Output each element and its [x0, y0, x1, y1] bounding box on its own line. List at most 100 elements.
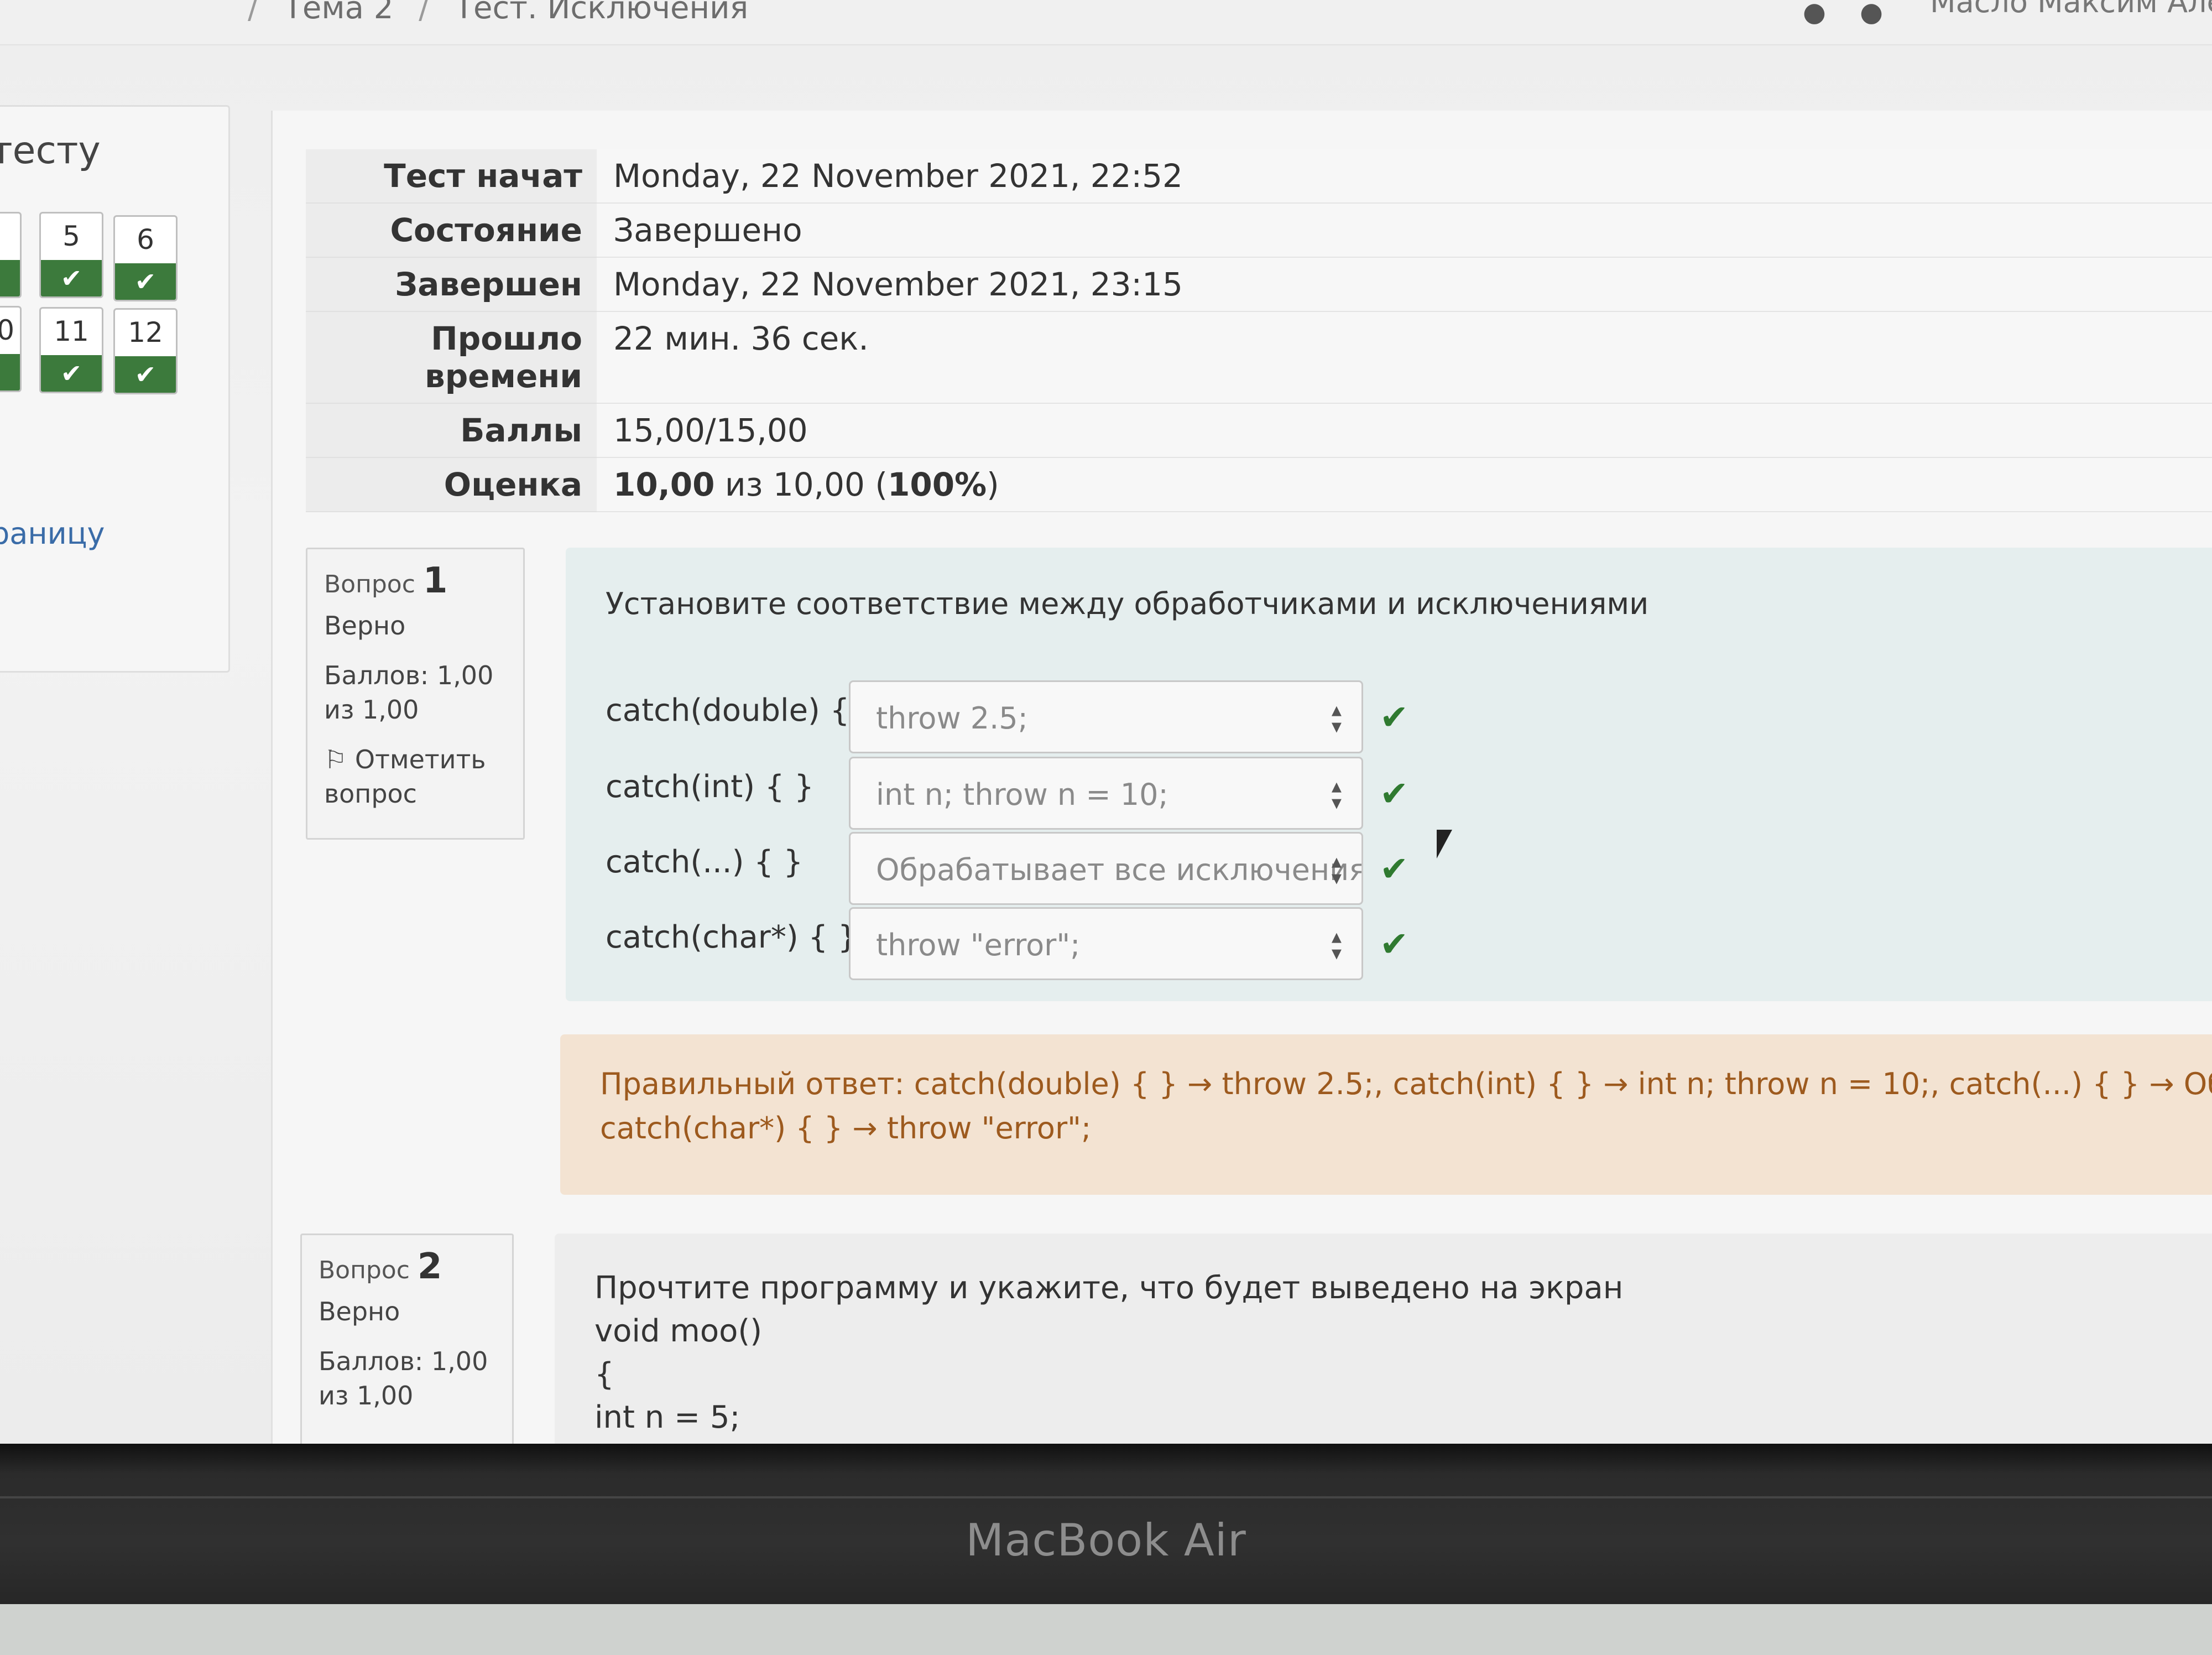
question-1-formulation: Установите соответствие между обработчик… [566, 548, 2212, 1001]
grade-value: 10,00 [613, 466, 715, 503]
question-2-info: Вопрос 2 Верно Баллов: 1,00 из 1,00 [300, 1234, 514, 1449]
selected-answer: int n; throw n = 10; [876, 777, 1168, 812]
match-answer-select[interactable]: int n; throw n = 10; ▴ ▾ [849, 757, 1363, 830]
flag-icon: ⚐ [324, 745, 347, 774]
question-marks: Баллов: 1,00 из 1,00 [324, 658, 507, 727]
summary-label: Прошло времени [306, 311, 597, 403]
question-number: Вопрос 1 [324, 563, 507, 602]
summary-row-grade: Оценка 10,00 из 10,00 (100%) [306, 457, 2212, 512]
breadcrumb: / Тема 2 / Тест. Исключения [232, 0, 748, 26]
summary-label: Завершен [306, 257, 597, 311]
check-icon: ✔ [115, 356, 176, 393]
selected-answer: throw "error"; [876, 928, 1081, 962]
quiz-nav-button-12[interactable]: 12 ✔ [113, 308, 178, 394]
bell-icon[interactable]: ● [1803, 0, 1826, 28]
select-arrows-icon: ▴ ▾ [1331, 925, 1342, 965]
quiz-nav-button-11[interactable]: 11 ✔ [39, 307, 103, 393]
summary-value: Завершено [597, 203, 2212, 258]
mouse-cursor-icon [1437, 830, 1452, 858]
user-name[interactable]: Масло Максим Алекс [1930, 0, 2212, 19]
check-icon: ✔ [1380, 697, 1408, 737]
match-answer-select[interactable]: Обрабатывает все исключения ▴ ▾ [849, 832, 1363, 905]
check-icon: ✔ [1380, 773, 1408, 814]
summary-label: Тест начат [306, 149, 597, 203]
question-label: Вопрос [319, 1256, 410, 1284]
question-marks-line: из 1,00 [324, 695, 419, 725]
quiz-nav-button-number: 12 [128, 316, 163, 348]
match-stem: catch(char*) { } [606, 919, 858, 955]
chat-icon[interactable]: ● [1860, 0, 1883, 28]
question-state: Верно [319, 1297, 400, 1326]
right-answer-feedback: Правильный ответ: catch(double) { } → th… [560, 1034, 2212, 1195]
question-number: Вопрос 2 [319, 1249, 495, 1288]
check-icon: ✔ [41, 260, 102, 296]
right-answer-line: catch(char*) { } → throw "error"; [600, 1111, 1092, 1146]
check-icon: ✔ [1380, 849, 1408, 889]
select-arrows-icon: ▴ ▾ [1331, 775, 1342, 814]
quiz-nav-button-number: 5 [62, 220, 80, 252]
breadcrumb-quiz-link[interactable]: Тест. Исключения [455, 0, 748, 26]
check-icon: ✔ [1380, 924, 1408, 964]
question-1-info: Вопрос 1 Верно Баллов: 1,00 из 1,00 ⚐ От… [306, 548, 525, 840]
question-2-formulation: Прочтите программу и укажите, что будет … [555, 1234, 2212, 1449]
main-content: Тест начат Monday, 22 November 2021, 22:… [271, 111, 2212, 1449]
flag-label: вопрос [324, 779, 417, 809]
quiz-nav-button-number: 6 [137, 223, 154, 256]
summary-row-state: Состояние Завершено [306, 203, 2212, 258]
flag-label: Отметить [354, 745, 486, 774]
summary-row-time-taken: Прошло времени 22 мин. 36 сек. [306, 311, 2212, 404]
question-marks-line: Баллов: 1,00 [319, 1346, 488, 1376]
quiz-nav-button-10[interactable]: 0 ✔ [0, 306, 22, 392]
attempt-summary-table: Тест начат Monday, 22 November 2021, 22:… [306, 149, 2212, 512]
check-icon: ✔ [115, 263, 176, 300]
summary-label: Оценка [306, 457, 597, 512]
quiz-nav-button-number: 11 [54, 315, 89, 347]
match-answer-select[interactable]: throw 2.5; ▴ ▾ [849, 680, 1363, 753]
quiz-nav-button-number [0, 214, 20, 259]
match-stem: catch(...) { } [606, 844, 804, 880]
summary-row-marks: Баллы 15,00/15,00 [306, 403, 2212, 458]
match-answer-select[interactable]: throw "error"; ▴ ▾ [849, 907, 1363, 980]
breadcrumb-topic-link[interactable]: Тема 2 [284, 0, 394, 26]
select-arrows-icon: ▴ ▾ [1331, 850, 1342, 889]
summary-row-completed: Завершен Monday, 22 November 2021, 23:15 [306, 257, 2212, 312]
summary-label-line: времени [424, 357, 582, 395]
quiz-nav-button-6[interactable]: 6 ✔ [113, 215, 178, 301]
question-text-line: Прочтите программу и укажите, что будет … [594, 1270, 1624, 1306]
match-stem: catch(double) { } [606, 693, 879, 728]
check-icon: ✔ [0, 354, 20, 391]
question-state: Верно [324, 611, 406, 641]
code-line: { [594, 1356, 614, 1392]
summary-value: Monday, 22 November 2021, 22:52 [597, 149, 2212, 204]
right-answer-line: Правильный ответ: catch(double) { } → th… [600, 1066, 2212, 1101]
summary-row-started: Тест начат Monday, 22 November 2021, 22:… [306, 149, 2212, 204]
summary-label-line: Прошло [431, 320, 582, 357]
question-marks: Баллов: 1,00 из 1,00 [319, 1344, 495, 1413]
header-icons: ● ● [1803, 0, 1908, 28]
flag-question-link[interactable]: ⚐ Отметить вопрос [324, 742, 507, 811]
breadcrumb-separator: / [419, 0, 430, 26]
summary-label: Состояние [306, 203, 597, 257]
laptop-brand-label: MacBook Air [966, 1515, 1246, 1566]
check-icon: ✔ [0, 260, 20, 296]
selected-answer: Обрабатывает все исключения [876, 852, 1363, 887]
match-stem: catch(int) { } [606, 769, 814, 805]
grade-close: ) [987, 466, 999, 503]
check-icon: ✔ [41, 355, 102, 392]
summary-value: Monday, 22 November 2021, 23:15 [597, 257, 2212, 312]
quiz-nav-button-number: 0 [0, 308, 20, 353]
bezel-divider [0, 1496, 2212, 1498]
quiz-nav-button-5[interactable]: 5 ✔ [39, 212, 103, 298]
code-line: void moo() [594, 1313, 763, 1349]
browser-screen: / Тема 2 / Тест. Исключения ● ● Масло Ма… [0, 0, 2212, 1449]
code-line: int n = 5; [594, 1399, 740, 1435]
summary-label: Баллы [306, 403, 597, 457]
desk-surface [0, 1604, 2212, 1655]
summary-value: 22 мин. 36 сек. [597, 311, 2212, 404]
question-number-value: 2 [417, 1246, 442, 1287]
show-one-page-link[interactable]: раницу [0, 516, 105, 551]
quiz-nav-button-4[interactable]: ✔ [0, 212, 22, 298]
question-marks-line: из 1,00 [319, 1381, 414, 1411]
quiz-navigation-block: тесту ✔ 5 ✔ 6 ✔ 0 ✔ 11 ✔ 12 ✔ раницу [0, 105, 230, 673]
selected-answer: throw 2.5; [876, 701, 1028, 736]
